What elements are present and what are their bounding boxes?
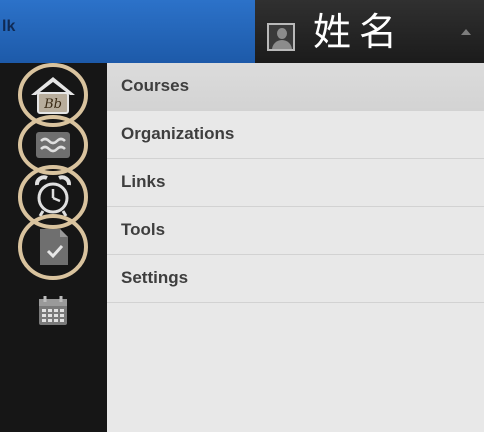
user-name: 姓名: [313, 10, 406, 54]
rail-item-grades[interactable]: [18, 211, 88, 281]
user-avatar-icon: [267, 23, 295, 51]
menu-item-organizations[interactable]: Organizations: [107, 111, 484, 159]
calendar-icon: [39, 296, 67, 325]
menu-item-courses[interactable]: Courses: [107, 63, 484, 111]
icon-rail: Bb: [0, 63, 107, 432]
menu-item-links[interactable]: Links: [107, 159, 484, 207]
caret-up-icon: [461, 29, 471, 35]
app-window: lk 姓名 Bb Courses Organizations Links Too…: [0, 0, 484, 432]
menu-item-tools[interactable]: Tools: [107, 207, 484, 255]
menu-item-settings[interactable]: Settings: [107, 255, 484, 303]
topbar-left-text: lk: [2, 18, 16, 35]
top-bar: lk 姓名: [0, 0, 484, 63]
grades-icon: [18, 214, 88, 280]
rail-item-calendar[interactable]: [18, 281, 88, 351]
main-menu: Courses Organizations Links Tools Settin…: [107, 63, 484, 432]
user-menu-button[interactable]: 姓名: [255, 0, 484, 63]
